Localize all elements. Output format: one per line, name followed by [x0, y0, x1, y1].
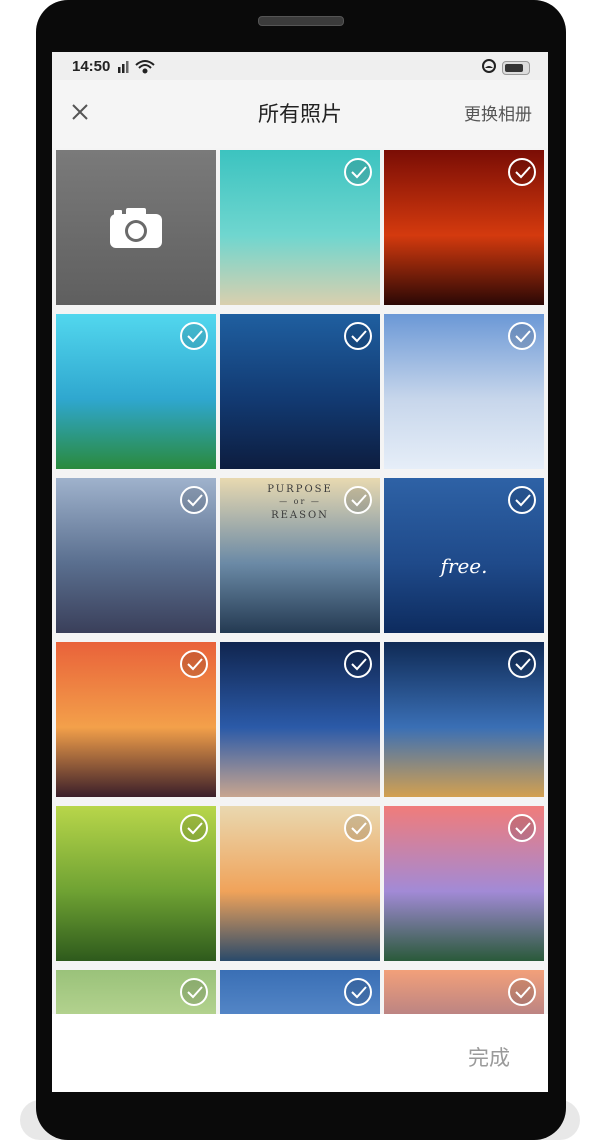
photo-tile[interactable]: [384, 642, 544, 797]
selected-check-icon[interactable]: [508, 650, 536, 678]
selected-check-icon[interactable]: [508, 978, 536, 1006]
photo-grid: PURPOSE — or — REASON free.: [56, 150, 546, 1014]
earpiece-speaker: [258, 16, 344, 26]
selected-check-icon[interactable]: [508, 814, 536, 842]
selected-check-icon[interactable]: [344, 486, 372, 514]
photo-tile[interactable]: [56, 642, 216, 797]
selected-check-icon[interactable]: [344, 978, 372, 1006]
selected-check-icon[interactable]: [508, 158, 536, 186]
signal-icon: [118, 61, 129, 73]
photo-tile[interactable]: [220, 806, 380, 961]
status-time: 14:50: [72, 58, 111, 75]
selected-check-icon[interactable]: [180, 978, 208, 1006]
photo-caption: free.: [440, 554, 488, 578]
status-right-icons: [482, 58, 530, 77]
photo-tile[interactable]: [56, 478, 216, 633]
selected-check-icon[interactable]: [508, 322, 536, 350]
camera-icon: [108, 206, 164, 254]
screen: 14:50 所有照片 更换相册 PURPOSE — or — REASON fr…: [52, 52, 548, 1092]
selected-check-icon[interactable]: [344, 814, 372, 842]
wifi-icon: [135, 60, 155, 74]
photo-tile[interactable]: free.: [384, 478, 544, 633]
status-bar: 14:50: [52, 52, 548, 80]
photo-tile[interactable]: PURPOSE — or — REASON: [220, 478, 380, 633]
selected-check-icon[interactable]: [344, 158, 372, 186]
photo-tile[interactable]: [220, 314, 380, 469]
photo-tile[interactable]: [220, 970, 380, 1014]
selected-check-icon[interactable]: [180, 322, 208, 350]
selected-check-icon[interactable]: [508, 486, 536, 514]
photo-tile[interactable]: [384, 314, 544, 469]
header-bar: 所有照片 更换相册: [52, 80, 548, 148]
photo-tile[interactable]: [56, 970, 216, 1014]
selected-check-icon[interactable]: [180, 814, 208, 842]
vpn-icon: [482, 58, 496, 77]
selected-check-icon[interactable]: [180, 486, 208, 514]
done-button[interactable]: 完成: [468, 1042, 510, 1072]
selected-check-icon[interactable]: [180, 650, 208, 678]
photo-tile[interactable]: [384, 806, 544, 961]
switch-album-button[interactable]: 更换相册: [464, 100, 532, 125]
camera-tile[interactable]: [56, 150, 216, 305]
photo-tile[interactable]: [56, 314, 216, 469]
selected-check-icon[interactable]: [344, 650, 372, 678]
battery-icon: [502, 60, 530, 75]
photo-tile[interactable]: [56, 806, 216, 961]
photo-tile[interactable]: [384, 970, 544, 1014]
bottom-bar: 完成: [52, 1014, 548, 1092]
selected-check-icon[interactable]: [344, 322, 372, 350]
photo-tile[interactable]: [220, 150, 380, 305]
photo-tile[interactable]: [384, 150, 544, 305]
signal-wifi-icons: [116, 57, 162, 79]
photo-tile[interactable]: [220, 642, 380, 797]
